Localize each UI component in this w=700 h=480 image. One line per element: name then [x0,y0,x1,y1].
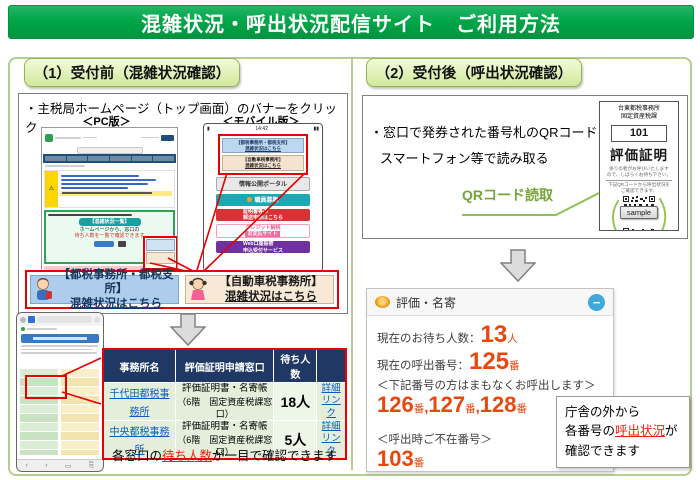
call-status-highlight: 呼出状況 [615,424,665,438]
banner-blue-line2: 混雑状況はこちら [56,297,176,311]
mobile-status-bar: ▮14:42▮▮ [204,124,322,133]
table-row: 千代田都税事務所 評価証明書・名寄帳 （6階 固定資産税課窓口） 18人 詳細リ… [103,383,346,421]
page-title: 混雑状況・呼出状況配信サイト ご利用方法 [141,8,561,37]
congestion-list-pill: 【混雑状況一覧】 [79,218,141,226]
usage-guide-page: 混雑状況・呼出状況配信サイト ご利用方法 （1）受付前（混雑状況確認） （2）受… [0,0,700,480]
ticket-number: 101 [611,125,667,142]
mobile-item-mail-request[interactable]: 証明書等の郵送申請はこちら [216,209,310,221]
congestion-banner-pair-box: 【都税事務所・都税支所】 混雑状況はこちら 【自動車税事務所】 混雑状況はこちら [25,270,339,309]
pc-site-header [42,128,177,147]
banner-tan-line1: 【自動車税事務所】 [211,275,331,289]
browser-app-icon [28,316,35,323]
header-office-name: 事務所名 [103,349,175,383]
mobile-item-credit-pay[interactable]: クレジット納税お支払サイト [216,224,310,238]
section1-badge: （1）受付前（混雑状況確認） [24,58,240,87]
soon-label: ＜下記番号の方はまもなくお呼出します＞ [377,377,603,393]
calling-value: 125 [469,350,509,374]
section1-badge-label: （1）受付前（混雑状況確認） [34,62,231,83]
call-status-card-header: 評価・名寄 − [367,289,613,316]
monitor-icon [118,241,126,247]
qr-instruction-line2: スマートフォン等で読み取る [380,148,549,167]
waiting-caption: 各窓口の待ち人数が一目で確認できます [102,445,347,464]
pc-mini-banner-blue[interactable] [146,239,175,251]
section2-badge: （2）受付後（呼出状況確認） [366,58,582,87]
waiting-value: 13 [481,323,508,347]
down-arrow-icon [170,313,206,346]
before-reception-box: ・主税局ホームページ（トップ画面）のバナーをクリック ＜PC版＞ ＜モバイル版＞… [18,93,348,314]
promo-button[interactable] [94,241,114,247]
ticket-office: 台東都税事務所 [600,106,678,114]
mobile-item-web-account[interactable]: Web口座振替申込受付サービス [216,241,310,253]
mobile-list-screenshot: ‹›▭⎘ [16,312,104,472]
browser-reload-icon[interactable] [94,317,100,323]
mobile-item-portal[interactable]: 情報公開ポータル [216,177,310,191]
waiting-count-highlight: 待ち人数 [162,449,212,463]
down-arrow-icon [500,249,536,282]
tax-office-congestion-banner[interactable]: 【都税事務所・都税支所】 混雑状況はこちら [30,275,179,304]
mobile-banner-tax-office[interactable]: 【都税事務所・都税支所】 混雑状況はこちら [222,138,304,153]
ticket-type: 評価証明 [600,144,678,164]
pc-homepage-screenshot: ⚠ 【混雑状況一覧】 ホームページから、窓口の 待ち人数を一覧で確認できます [41,127,178,272]
banner-tan-line2: 混雑状況はこちら [211,290,331,304]
table-header-row: 事務所名 評価証明申請窓口 待ち人数 [103,349,346,383]
outside-note-box: 庁舎の外から 各番号の呼出状況が 確認できます [556,396,690,468]
mobile-homepage-screenshot: ▮14:42▮▮ 【都税事務所・都税支所】 混雑状況はこちら 【自動車税事務所】… [203,123,323,272]
number-ticket: 台東都税事務所 固定資産税課 101 評価証明 係りの者がお呼びいたしますので、… [599,101,679,231]
mobile-banner-car-tax[interactable]: 【自動車税事務所】 混雑状況はこちら [222,155,304,170]
mobile-item-recruit[interactable]: 職員募集 [216,194,310,206]
waiting-label: 現在のお待ち人数： [377,330,481,346]
ticket-section: 固定資産税課 [600,114,678,122]
browser-toolbar[interactable]: ‹›▭⎘ [17,459,103,471]
list-highlight-box [25,375,67,399]
list-page-title-bar [21,334,99,343]
header-window: 評価証明申請窓口 [175,349,273,383]
page-title-banner: 混雑状況・呼出状況配信サイト ご利用方法 [8,5,694,39]
mobile-clock: 14:42 [255,126,268,132]
pc-nav-bar[interactable] [43,154,176,163]
header-waiting-count: 待ち人数 [274,349,317,383]
office-link-chiyoda[interactable]: 千代田都税事務所 [109,389,169,418]
detail-link-chiyoda[interactable]: 詳細リンク [318,383,344,420]
qr-instruction-line1: ・窓口で発券された番号札のQRコードを [370,122,611,141]
car-tax-congestion-banner[interactable]: 【自動車税事務所】 混雑状況はこちら [185,275,334,304]
recruit-character-icon [247,197,252,202]
pc-mini-banner-tan[interactable] [146,252,175,264]
card-title: 評価・名寄 [396,294,456,311]
waiting-status-table: 事務所名 評価証明申請窓口 待ち人数 千代田都税事務所 評価証明書・名寄帳 （6… [102,348,347,460]
collapse-button[interactable]: − [588,294,605,311]
pc-search-input[interactable] [77,147,143,154]
sample-watermark: sample [620,206,658,219]
boy-character-icon [33,277,53,303]
header-blank [317,349,346,383]
qr-read-label: QRコード読取 [462,185,553,205]
girl-character-icon [188,277,208,303]
waiting-count-chiyoda: 18人 [281,394,311,410]
ticket-qr-zone: sample [600,195,678,231]
pc-banner-highlight-box [143,236,178,270]
tax-bureau-logo-icon [45,134,53,142]
section2-badge-label: （2）受付後（呼出状況確認） [376,62,573,83]
browser-url-field[interactable] [37,316,92,323]
banner-blue-line1: 【都税事務所・都税支所】 [56,268,176,297]
warning-icon: ⚠ [45,171,58,207]
calling-label: 現在の呼出番号： [377,357,469,373]
pc-alert-box: ⚠ [44,170,175,208]
browser-menu-icon[interactable] [20,317,26,323]
panel-divider [351,59,353,470]
mobile-browser-bar [17,313,103,326]
pc-search-button[interactable] [161,135,174,141]
pc-alert-links[interactable] [58,171,174,207]
mobile-banner-highlight-box: 【都税事務所・都税支所】 混雑状況はこちら 【自動車税事務所】 混雑状況はこちら [218,134,308,175]
eye-icon [375,296,390,308]
